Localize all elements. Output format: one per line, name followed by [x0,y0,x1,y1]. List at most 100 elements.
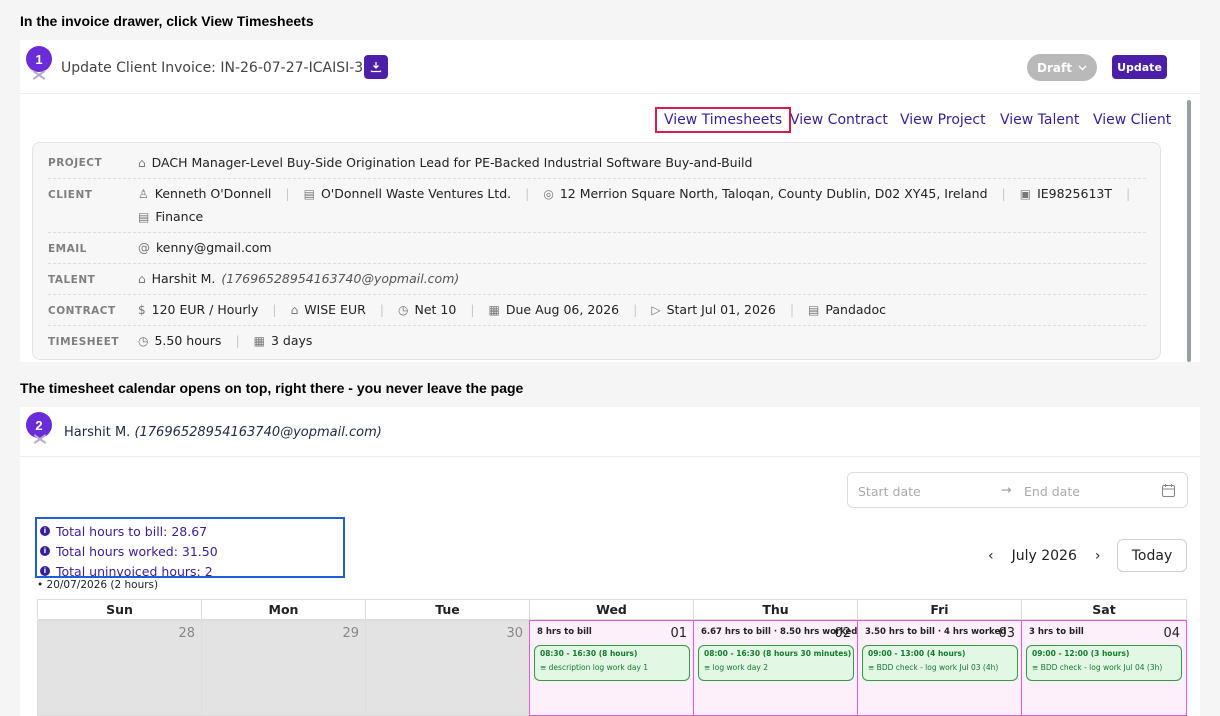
location-icon: ◎ [543,186,554,201]
building-icon: ⌂ [138,155,146,170]
user-icon: ♙ [138,186,149,201]
today-button[interactable]: Today [1117,539,1187,572]
calendar-day[interactable]: 29 [201,620,366,716]
entry-description: ≡ BDD check - log work Jul 04 (3h) [1032,663,1163,672]
drawer-header: 1 Update Client Invoice: IN-26-07-27-ICA… [20,40,1200,94]
weekday-mon: Mon [201,599,366,620]
drawer-scrollbar[interactable] [1187,100,1191,362]
timesheet-header: 2 Harshit M. (17696528954163740@yopmail.… [20,407,1200,457]
contract-start: Start Jul 01, 2026 [666,302,776,317]
contract-signing: Pandadoc [825,302,886,317]
month-navigation: ‹ July 2026 › [988,548,1100,564]
view-talent-link[interactable]: View Talent [1000,112,1079,128]
project-row: PROJECT ⌂ DACH Manager-Level Buy-Side Or… [48,151,1146,179]
timesheet-label: TIMESHEET [48,336,120,348]
time-entry[interactable]: 09:00 - 12:00 (3 hours) ≡ BDD check - lo… [1026,645,1182,681]
calendar-icon[interactable] [1161,483,1176,498]
arrow-right-icon: → [1001,482,1012,497]
weekday-sat: Sat [1021,599,1187,620]
contract-terms: Net 10 [414,302,457,317]
invoice-summary-card: PROJECT ⌂ DACH Manager-Level Buy-Side Or… [32,142,1161,360]
download-button[interactable] [364,55,388,79]
talent-name: Harshit M. [64,425,131,440]
entry-time: 09:00 - 12:00 (3 hours) [1032,649,1130,658]
department-icon: ▤ [138,209,150,224]
weekday-fri: Fri [857,599,1022,620]
view-project-link[interactable]: View Project [900,112,986,128]
view-client-link[interactable]: View Client [1093,112,1171,128]
bill-summary: 3 hrs to bill [1029,627,1084,637]
client-vat: IE9825613T [1037,186,1112,201]
chevron-left-icon[interactable]: ‹ [988,548,994,564]
total-worked: i Total hours worked: 31.50 [40,541,343,561]
client-label: CLIENT [48,189,93,201]
info-icon: i [40,546,50,556]
date-range-picker[interactable]: Start date → End date [847,472,1188,508]
entry-time: 09:00 - 13:00 (4 hours) [868,649,966,658]
clock-icon: ◷ [138,333,149,348]
calendar-day[interactable]: 30 [365,620,530,716]
timesheet-row: TIMESHEET ◷ 5.50 hours | ▦ 3 days [48,333,313,348]
bill-summary: 8 hrs to bill [537,627,592,637]
client-row: CLIENT ♙ Kenneth O'Donnell | ▤ O'Donnell… [48,181,1146,233]
calendar-day[interactable]: 3 hrs to bill 04 09:00 - 12:00 (3 hours)… [1021,620,1187,716]
day-number: 03 [998,626,1015,641]
end-date-input[interactable]: End date [1024,484,1080,499]
talent-name: Harshit M. [151,271,216,286]
month-label: July 2026 [1011,548,1077,564]
total-to-bill-text: Total hours to bill: 28.67 [56,523,208,539]
step-badge-2: 2 [26,412,52,438]
timesheet-hours: 5.50 hours [154,333,222,348]
total-uninvoiced-text: Total uninvoiced hours: 2 [56,563,213,579]
day-number: 02 [834,626,851,641]
total-uninvoiced: i Total uninvoiced hours: 2 [40,561,343,581]
time-entry[interactable]: 08:30 - 16:30 (8 hours) ≡ description lo… [534,645,690,681]
entry-description: ≡ log work day 2 [704,663,768,672]
timesheet-days: 3 days [271,333,313,348]
calendar-day[interactable]: 3.50 hrs to bill · 4 hrs worked 03 09:00… [857,620,1022,716]
drawer-title: Update Client Invoice: IN-26-07-27-ICAIS… [61,60,364,76]
vat-icon: ▣ [1019,186,1032,201]
calendar-day[interactable]: 28 [37,620,202,716]
timesheet-modal: 2 Harshit M. (17696528954163740@yopmail.… [20,407,1200,716]
talent-row: TALENT ⌂ Harshit M. (17696528954163740@y… [48,266,1146,295]
drawer-links: View Timesheets View Contract View Proje… [20,107,1200,134]
play-icon: ▷ [651,302,661,317]
project-label: PROJECT [48,157,103,169]
money-icon: $ [138,302,146,317]
chevron-right-icon[interactable]: › [1095,548,1101,564]
calendar-day[interactable]: 6.67 hrs to bill · 8.50 hrs worked 02 08… [693,620,858,716]
total-worked-text: Total hours worked: 31.50 [56,543,218,559]
client-name: Kenneth O'Donnell [154,186,272,201]
contract-payment: WISE EUR [304,302,366,317]
start-date-input[interactable]: Start date [858,484,921,499]
email-label: EMAIL [48,243,87,255]
day-number: 04 [1163,626,1180,641]
timesheet-calendar: Sun Mon Tue Wed Thu Fri Sat 28 29 30 8 h… [37,599,1187,716]
step1-caption: In the invoice drawer, click View Timesh… [20,13,314,29]
weekday-wed: Wed [529,599,694,620]
time-entry[interactable]: 08:00 - 16:30 (8 hours 30 minutes) ≡ log… [698,645,854,681]
view-timesheets-link[interactable]: View Timesheets [654,107,792,133]
calendar-day[interactable]: 8 hrs to bill 01 08:30 - 16:30 (8 hours)… [529,620,694,716]
client-company: O'Donnell Waste Ventures Ltd. [320,186,512,201]
totals-box: i Total hours to bill: 28.67 i Total hours… [35,517,345,581]
bank-icon: ⌂ [290,302,299,317]
bill-summary: 3.50 hrs to bill · 4 hrs worked [865,627,1007,637]
timesheet-talent: Harshit M. (17696528954163740@yopmail.co… [64,425,382,440]
info-icon: i [40,526,50,536]
project-name: DACH Manager-Level Buy-Side Origination … [151,155,753,170]
calendar-icon: ▦ [253,333,265,348]
info-icon: i [40,566,50,576]
view-contract-link[interactable]: View Contract [790,112,888,128]
day-number: 28 [178,626,195,641]
invoice-drawer: 1 Update Client Invoice: IN-26-07-27-ICA… [20,40,1200,362]
status-dropdown[interactable]: Draft [1027,54,1097,81]
update-button[interactable]: Update [1112,55,1167,79]
at-icon: @ [138,240,150,255]
contract-due: Due Aug 06, 2026 [505,302,620,317]
client-email: kenny@gmail.com [156,240,272,255]
day-number: 29 [342,626,359,641]
entry-time: 08:00 - 16:30 (8 hours 30 minutes) [704,649,852,658]
time-entry[interactable]: 09:00 - 13:00 (4 hours) ≡ BDD check - lo… [862,645,1018,681]
